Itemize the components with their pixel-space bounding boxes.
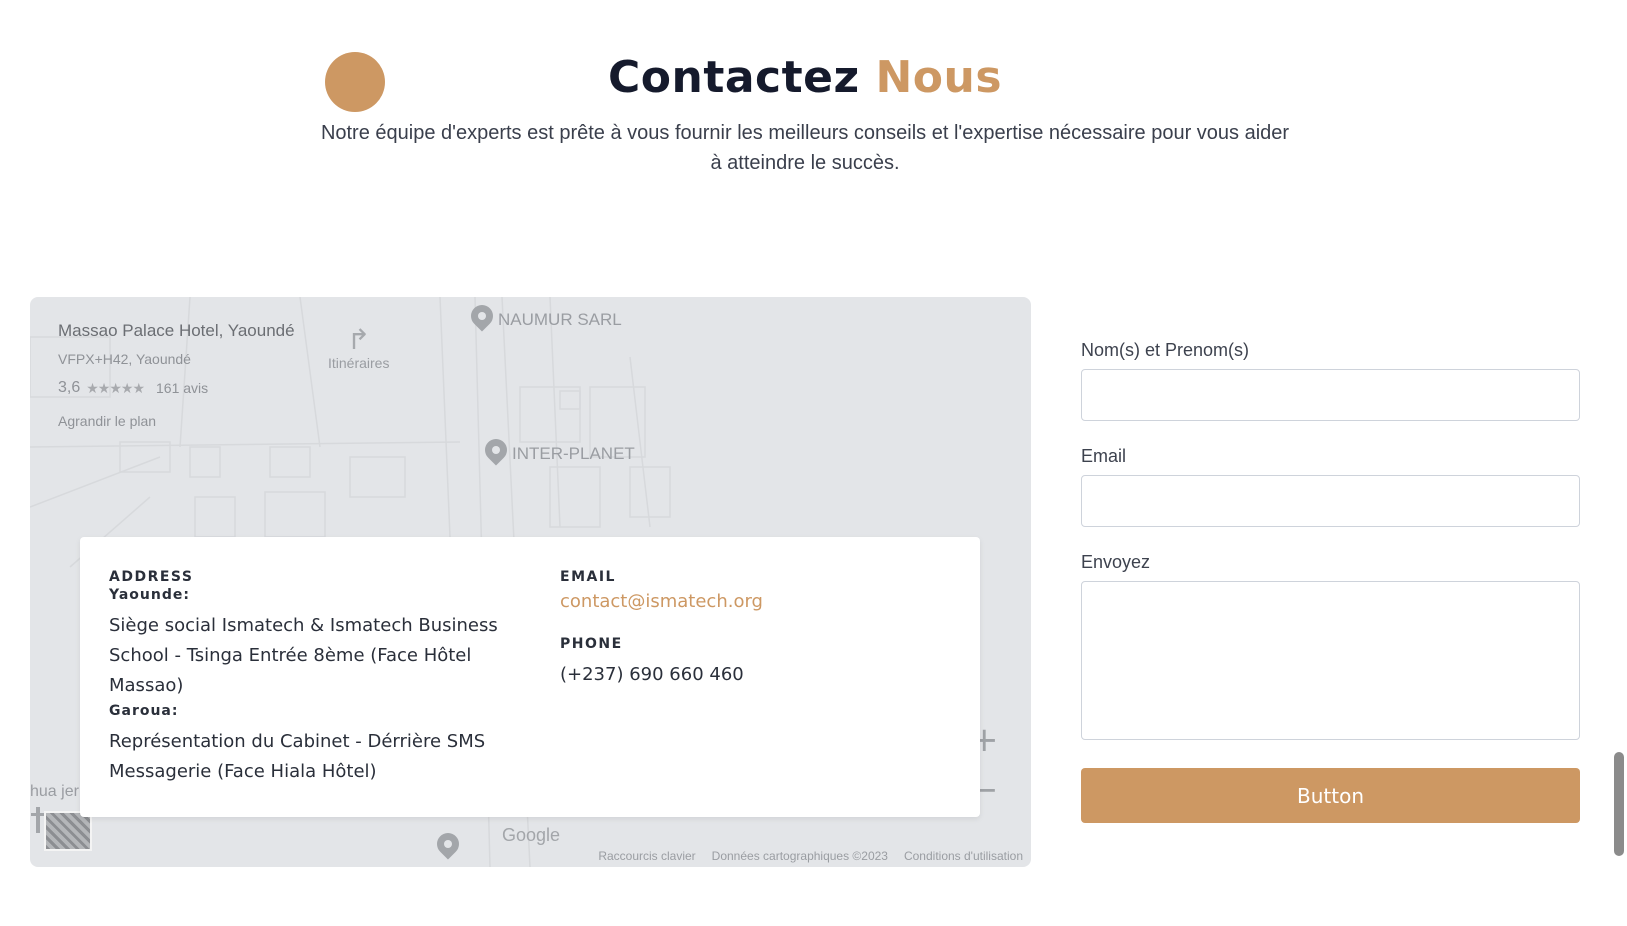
poi-label: INTER-PLANET <box>512 444 635 463</box>
address-column: ADDRESS Yaounde: Siège social Ismatech &… <box>109 569 509 787</box>
map-pin-icon <box>470 303 494 337</box>
address-garoua: Représentation du Cabinet - Dérrière SMS… <box>109 731 486 782</box>
submit-button[interactable]: Button <box>1081 768 1580 823</box>
title-accent: Nous <box>875 52 1003 103</box>
email-link[interactable]: contact@ismatech.org <box>560 591 940 612</box>
map-place-card: Massao Palace Hotel, Yaoundé VFPX+H42, Y… <box>58 321 295 429</box>
poi-label: NAUMUR SARL <box>498 310 622 329</box>
page-scrollbar[interactable] <box>1614 752 1624 856</box>
place-name: Massao Palace Hotel, Yaoundé <box>58 321 295 340</box>
google-logo: Google <box>502 825 561 845</box>
directions-icon: ↱ <box>347 324 371 355</box>
map-footer: Raccourcis clavier Données cartographiqu… <box>596 845 1025 867</box>
email-label: Email <box>1081 446 1127 466</box>
reviews-link[interactable]: 161 avis <box>156 380 208 396</box>
contact-info-card: ADDRESS Yaounde: Siège social Ismatech &… <box>80 537 980 817</box>
city-label-garoua: Garoua: <box>109 703 179 719</box>
map-partial-label: hua jer <box>30 783 79 800</box>
email-heading: EMAIL <box>560 569 616 585</box>
map-pin-icon <box>484 437 508 471</box>
page-subtitle: Notre équipe d'experts est prête à vous … <box>320 122 1290 174</box>
map-data-credit: Données cartographiques ©2023 <box>711 849 888 863</box>
rating-stars: ★★★★★ <box>86 379 145 396</box>
address-heading: ADDRESS <box>109 569 194 585</box>
name-field[interactable] <box>1081 369 1580 421</box>
map-poi[interactable] <box>436 831 464 865</box>
map-pin-icon <box>436 831 460 865</box>
enlarge-map-link[interactable]: Agrandir le plan <box>58 413 295 429</box>
email-field[interactable] <box>1081 475 1580 527</box>
map-poi[interactable]: NAUMUR SARL <box>470 303 622 337</box>
place-rating: 3,6 ★★★★★ 161 avis <box>58 379 295 397</box>
place-address: VFPX+H42, Yaoundé <box>58 351 191 367</box>
phone-number: (+237) 690 660 460 <box>560 664 744 685</box>
phone-heading: PHONE <box>560 636 623 652</box>
city-label-yaounde: Yaounde: <box>109 587 190 603</box>
contact-column: EMAIL contact@ismatech.org PHONE (+237) … <box>560 569 940 690</box>
street-view-thumbnail[interactable] <box>44 811 92 851</box>
contact-form: Nom(s) et Prenom(s) Email Envoyez Button <box>1081 340 1580 823</box>
name-label: Nom(s) et Prenom(s) <box>1081 340 1250 360</box>
rating-value: 3,6 <box>58 379 81 396</box>
page-title: Contactez Nous <box>0 52 1610 103</box>
message-field[interactable] <box>1081 581 1580 740</box>
address-yaounde: Siège social Ismatech & Ismatech Busines… <box>109 615 498 696</box>
keyboard-shortcuts-link[interactable]: Raccourcis clavier <box>598 849 695 863</box>
message-label: Envoyez <box>1081 552 1151 572</box>
directions-label: Itinéraires <box>328 355 390 371</box>
title-main: Contactez <box>607 52 860 103</box>
directions-button[interactable]: ↱ Itinéraires <box>328 324 390 372</box>
map-poi[interactable]: INTER-PLANET <box>484 437 635 471</box>
terms-link[interactable]: Conditions d'utilisation <box>904 849 1023 863</box>
